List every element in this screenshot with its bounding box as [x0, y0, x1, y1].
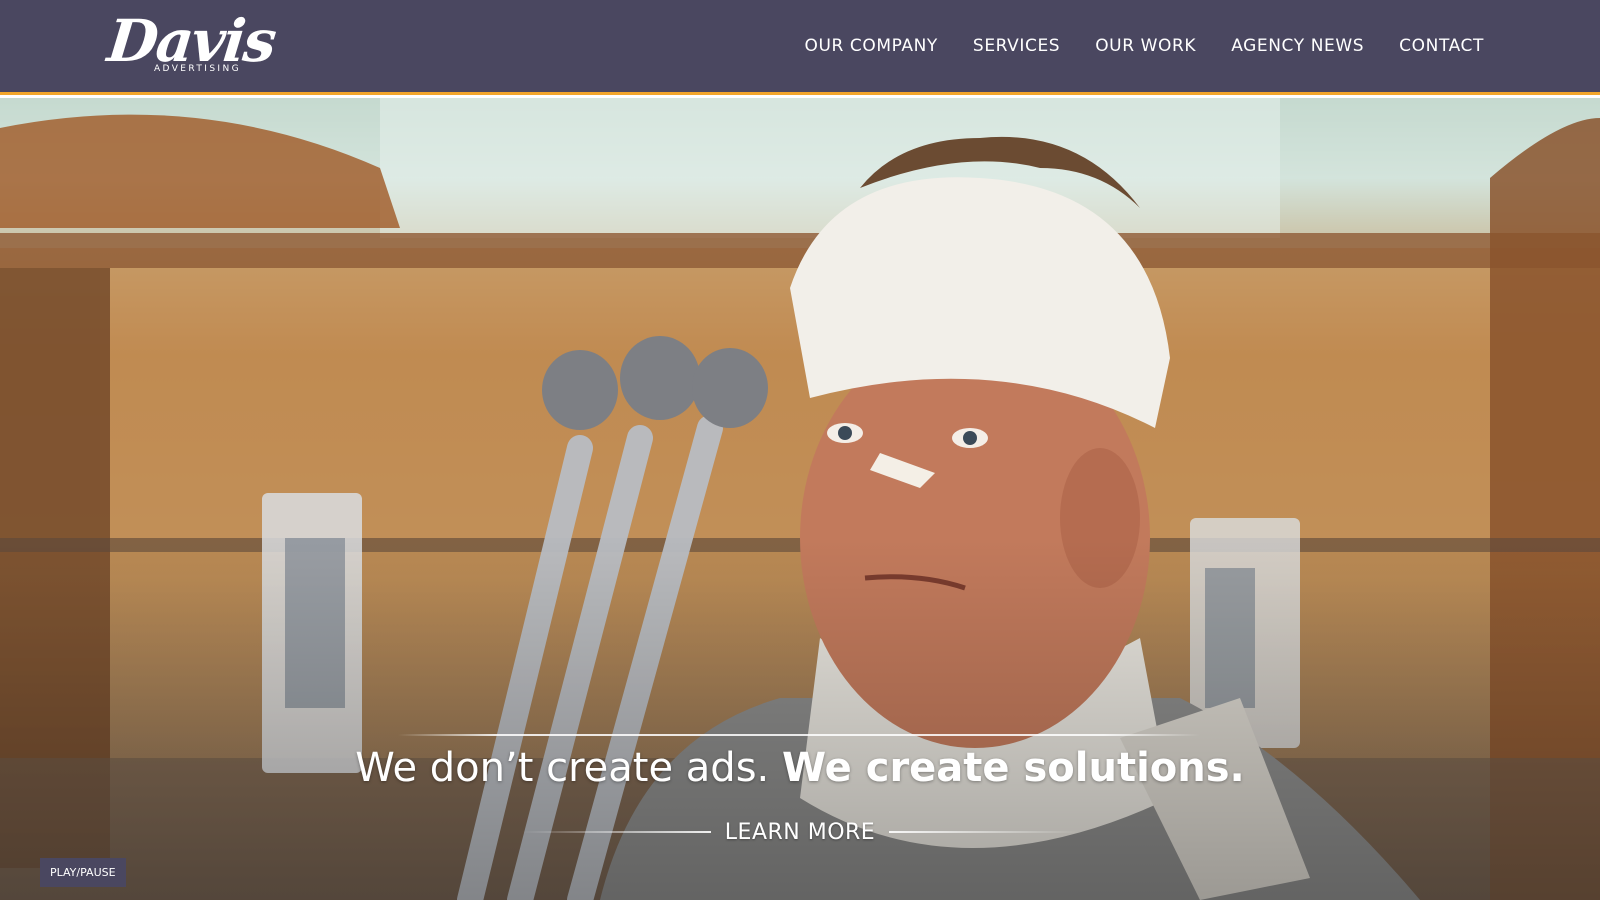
hero-tagline: We don’t create ads. We create solutions… — [0, 740, 1600, 796]
tagline-regular: We don’t create ads. — [355, 745, 770, 791]
hero-video[interactable]: We don’t create ads. We create solutions… — [0, 98, 1600, 900]
learn-more-link[interactable]: LEARN MORE — [725, 820, 875, 845]
tagline-divider — [398, 734, 1200, 736]
tagline-bold: We create solutions. — [781, 745, 1245, 791]
learn-more-group: LEARN MORE — [520, 814, 1080, 850]
site-header: Davis ADVERTISING OUR COMPANY SERVICES O… — [0, 0, 1600, 95]
nav-item-contact[interactable]: CONTACT — [1399, 34, 1484, 58]
nav-item-our-company[interactable]: OUR COMPANY — [804, 34, 937, 58]
page: Davis ADVERTISING OUR COMPANY SERVICES O… — [0, 0, 1600, 900]
logo-subtitle: ADVERTISING — [154, 64, 241, 74]
learn-more-line-left — [520, 831, 711, 833]
nav-item-services[interactable]: SERVICES — [973, 34, 1060, 58]
davis-logo[interactable]: Davis ADVERTISING — [104, 7, 277, 84]
play-pause-button[interactable]: PLAY/PAUSE — [40, 858, 126, 887]
learn-more-line-right — [889, 831, 1080, 833]
nav-item-agency-news[interactable]: AGENCY NEWS — [1231, 34, 1364, 58]
main-nav: OUR COMPANY SERVICES OUR WORK AGENCY NEW… — [804, 34, 1484, 58]
nav-item-our-work[interactable]: OUR WORK — [1095, 34, 1196, 58]
